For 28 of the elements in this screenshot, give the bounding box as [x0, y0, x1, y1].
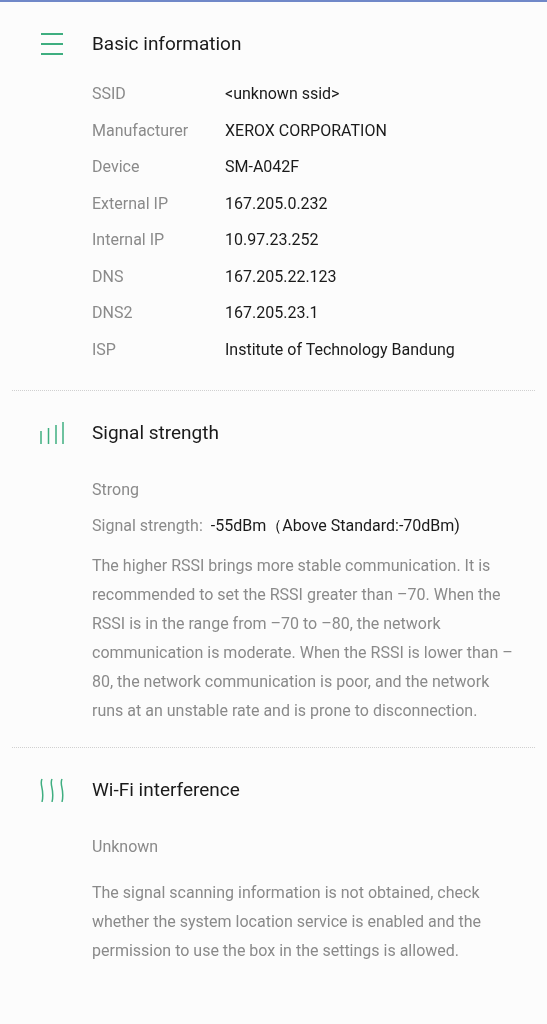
- info-value: <unknown ssid>: [225, 83, 340, 106]
- description-text: The signal scanning information is not obtained, check whether the system location service is enabled and the permission to use the box in the settings is allowed.: [92, 882, 483, 962]
- status-text: Strong: [92, 479, 139, 501]
- description-text: The higher RSSI brings more stable communication. It is recommended to set the RSSI greater than –70. When the RSSI is in the range from –70 to –80, the network communication is moderate. When the RSSI is lower than –80, the network communication is poor, and the network runs at an unstable rate and is prone to disconnection.: [92, 555, 514, 722]
- info-label: ISP: [92, 338, 117, 361]
- info-label: External IP: [92, 192, 169, 215]
- info-value: SM-A042F: [225, 156, 300, 179]
- info-value: 167.205.22.123: [225, 265, 337, 288]
- info-label: Manufacturer: [92, 119, 190, 142]
- info-label: Internal IP: [92, 229, 166, 252]
- signal-bars-icon: [40, 422, 64, 444]
- section-title: Basic information: [92, 30, 242, 57]
- reading-label: Signal strength:: [92, 515, 203, 537]
- info-value: 167.205.0.232: [225, 192, 328, 215]
- section-title: Wi-Fi interference: [92, 776, 240, 803]
- menu-icon: [40, 32, 64, 56]
- status-text: Unknown: [92, 836, 159, 858]
- info-value: 10.97.23.252: [225, 229, 319, 252]
- info-label: Device: [92, 156, 141, 179]
- reading-value: -55dBm（Above Standard:-70dBm): [210, 515, 460, 537]
- info-value: Institute of Technology Bandung: [225, 338, 455, 361]
- info-value: 167.205.23.1: [225, 302, 319, 325]
- info-label: SSID: [92, 83, 127, 106]
- section-title: Signal strength: [92, 419, 219, 446]
- info-label: DNS: [92, 265, 125, 288]
- info-label: DNS2: [92, 302, 134, 325]
- wave-lines-icon: [40, 778, 64, 802]
- info-value: XEROX CORPORATION: [225, 119, 387, 142]
